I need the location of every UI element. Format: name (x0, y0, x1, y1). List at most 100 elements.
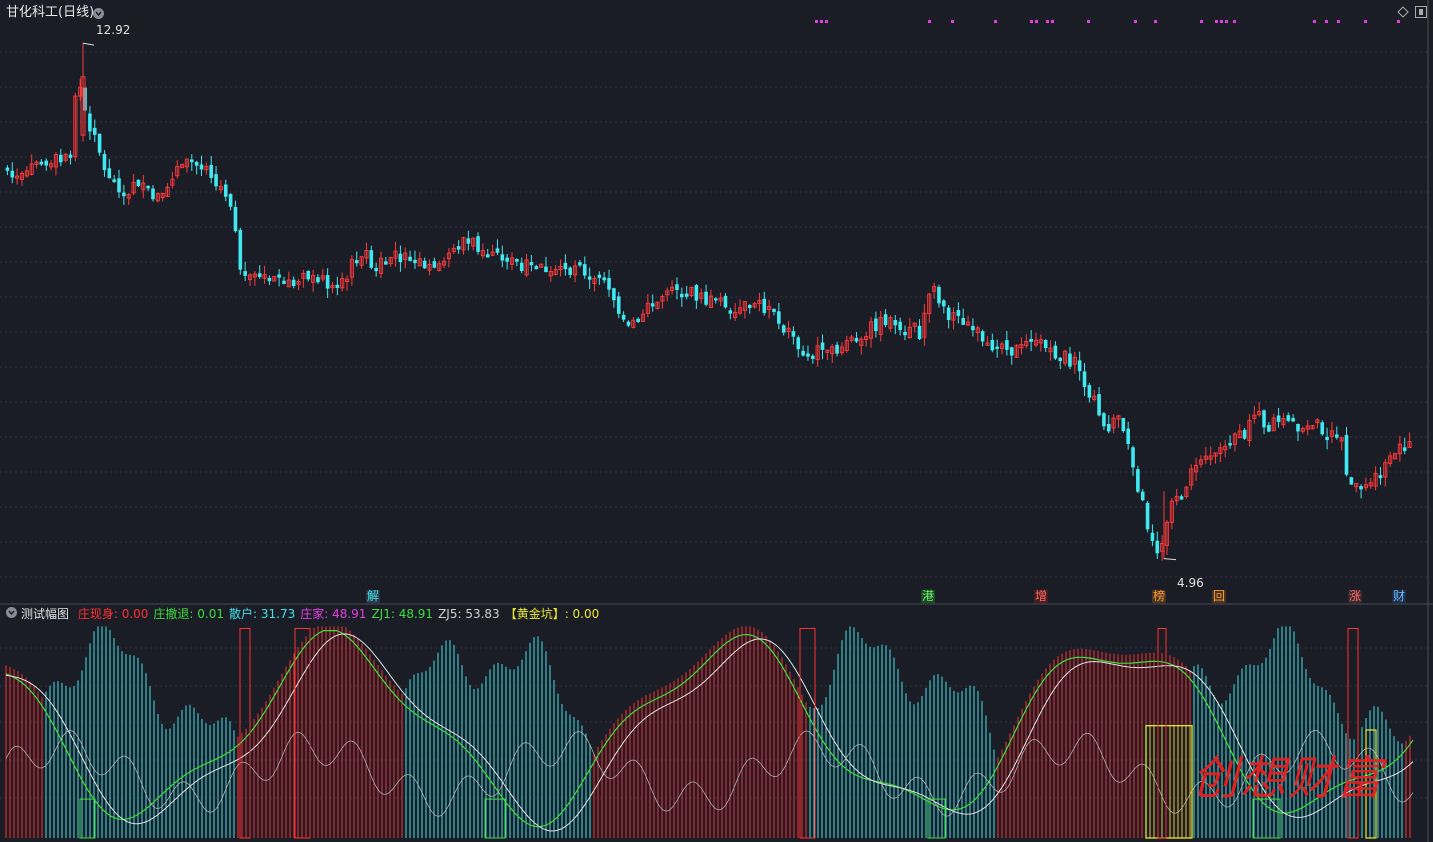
event-tag-hk[interactable]: 港 (921, 590, 936, 603)
candle-body (1228, 443, 1232, 446)
candle-body (563, 262, 568, 270)
signal-dot (928, 20, 931, 23)
candle-body (544, 266, 548, 273)
candle-body (485, 254, 490, 258)
candle-body (107, 168, 112, 179)
candle-body (1286, 415, 1291, 421)
signal-dot (1154, 20, 1157, 23)
candle-body (238, 229, 243, 270)
candle-body (102, 153, 107, 171)
candle-body (58, 154, 63, 163)
candle-body (937, 286, 941, 304)
diamond-icon[interactable] (1397, 6, 1409, 18)
candle-body (747, 305, 752, 308)
candle-body (1325, 436, 1329, 441)
candle-body (582, 264, 587, 276)
candle-body (568, 267, 573, 275)
signal-dot (820, 20, 823, 23)
candle-body (1068, 353, 1072, 367)
signal-dot (1233, 20, 1236, 23)
candle-body (684, 293, 689, 297)
candle-body (214, 174, 218, 187)
legend-item: 庄现身: 0.00 (78, 607, 149, 621)
candle-body (680, 293, 684, 298)
candle-body (1136, 469, 1140, 492)
candle-body (112, 179, 116, 183)
legend-item: 庄家: 48.91 (300, 607, 366, 621)
signal-dot (1313, 20, 1316, 23)
candle-body (675, 284, 679, 290)
candle-body (1126, 428, 1130, 445)
candle-body (694, 285, 699, 301)
candle-body (5, 167, 10, 171)
signal-dot (1325, 20, 1328, 23)
candle-body (1005, 340, 1009, 350)
maximize-icon[interactable] (1415, 6, 1427, 18)
candle-body (92, 127, 97, 135)
candle-body (146, 185, 150, 189)
candle-body (1077, 360, 1082, 372)
signal-dot (1046, 20, 1049, 23)
event-tag-unlock[interactable]: 解 (366, 590, 381, 603)
chevron-down-icon[interactable] (93, 8, 104, 19)
candle-body (354, 260, 359, 264)
candle-body (587, 276, 592, 280)
candle-body (1344, 435, 1349, 475)
candle-body (1349, 477, 1354, 485)
candle-body (325, 275, 330, 289)
candle-body (1262, 410, 1266, 428)
indicator-menu-icon[interactable] (6, 607, 17, 618)
candle-body (117, 178, 121, 193)
legend-item: 散户: 31.73 (229, 607, 295, 621)
candle-body (398, 253, 403, 263)
candle-body (874, 318, 878, 332)
candle-body (476, 236, 480, 252)
candle-body (1106, 423, 1111, 432)
signal-dot (1337, 20, 1340, 23)
candle-body (282, 280, 286, 284)
candle-body (980, 331, 985, 342)
candle-body (903, 331, 907, 336)
candle-body (495, 248, 500, 253)
candle-body (1402, 447, 1407, 451)
event-tag-increase[interactable]: 增 (1034, 590, 1049, 603)
event-tag-list[interactable]: 榜 (1152, 590, 1167, 603)
legend-item-label: 【黄金坑】: (504, 607, 573, 621)
candle-body (505, 257, 509, 262)
indicator-legend: 测试幅图 庄现身: 0.00 庄撤退: 0.01 散户: 31.73 庄家: 48.9… (21, 605, 599, 622)
candle-body (1296, 423, 1300, 432)
candle-body (529, 261, 534, 266)
candle-body (413, 259, 417, 264)
candle-body (233, 206, 238, 232)
candle-body (1102, 413, 1106, 427)
candle-body (1140, 491, 1145, 501)
event-tag-finance[interactable]: 财 (1392, 590, 1407, 603)
candle-body (1155, 540, 1160, 554)
candle-body (781, 325, 786, 333)
high-price-label: 12.92 (96, 23, 131, 37)
candle-body (515, 259, 519, 262)
chart-canvas[interactable] (0, 0, 1433, 842)
candle-body (68, 154, 73, 158)
event-tag-limit-up[interactable]: 涨 (1348, 590, 1363, 603)
candle-body (1359, 486, 1363, 490)
legend-item: 庄撤退: 0.01 (153, 607, 224, 621)
candle-body (626, 321, 631, 326)
stock-title[interactable]: 甘化科工(日线) (6, 6, 94, 20)
candle-body (1121, 417, 1126, 432)
high-pointer (82, 42, 95, 46)
candle-body (1029, 338, 1033, 342)
candle-body (883, 314, 888, 326)
legend-item-label: 散户: (229, 607, 261, 621)
candle-body (835, 344, 839, 354)
candle-body (1267, 424, 1271, 432)
candle-body (801, 350, 805, 356)
candle-body (277, 274, 281, 278)
candle-body (762, 298, 767, 313)
candle-body (136, 179, 141, 187)
event-tag-buyback[interactable]: 回 (1212, 590, 1227, 603)
candle-body (384, 261, 388, 265)
signal-dot (1200, 20, 1203, 23)
indicator-name[interactable]: 测试幅图 (21, 607, 69, 621)
candle-body (777, 311, 781, 324)
